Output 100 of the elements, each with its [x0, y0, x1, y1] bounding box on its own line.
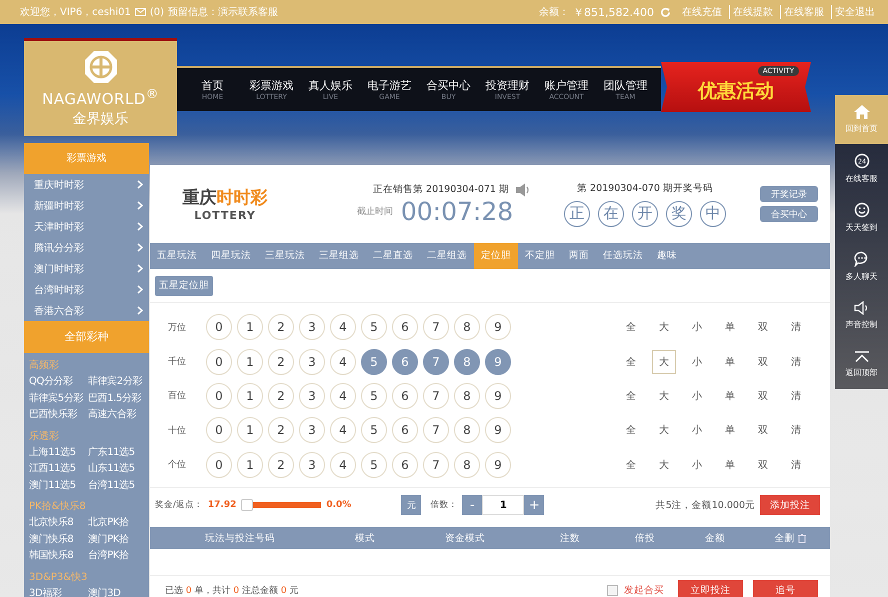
rebate-slider[interactable]: [241, 499, 322, 511]
number-ball[interactable]: 1: [237, 348, 263, 375]
quick-select-button[interactable]: 单: [718, 384, 742, 408]
number-ball[interactable]: 2: [268, 417, 294, 444]
number-ball[interactable]: 3: [299, 382, 325, 409]
number-ball[interactable]: 2: [268, 382, 294, 409]
number-ball[interactable]: 1: [237, 417, 263, 444]
number-ball[interactable]: 9: [485, 314, 511, 340]
quick-select-button[interactable]: 双: [751, 418, 775, 442]
quick-select-button[interactable]: 清: [784, 384, 808, 408]
quick-select-button[interactable]: 双: [751, 452, 775, 477]
mail-icon[interactable]: [134, 8, 146, 16]
number-ball[interactable]: 8: [454, 382, 480, 409]
draw-result-ball: 中: [700, 200, 726, 226]
number-ball[interactable]: 4: [330, 452, 356, 478]
number-ball[interactable]: 5: [361, 417, 387, 444]
multiplier-label: 倍数：: [430, 499, 458, 511]
refresh-icon[interactable]: [660, 6, 671, 18]
quick-select-button[interactable]: 清: [784, 315, 808, 340]
number-ball[interactable]: 7: [423, 382, 449, 409]
number-ball[interactable]: 7: [423, 452, 449, 478]
quick-select-button[interactable]: 小: [685, 418, 709, 442]
quick-select-button[interactable]: 小: [685, 350, 709, 374]
quick-select-button[interactable]: 大: [652, 384, 676, 408]
number-ball[interactable]: 0: [206, 382, 232, 409]
trash-icon[interactable]: [798, 534, 806, 542]
number-ball[interactable]: 8: [454, 314, 480, 340]
number-ball[interactable]: 9: [485, 452, 511, 478]
quick-select-button[interactable]: 清: [784, 418, 808, 442]
number-ball[interactable]: 4: [330, 417, 356, 444]
number-ball[interactable]: 4: [330, 382, 356, 409]
number-ball[interactable]: 4: [330, 348, 356, 375]
brand-name: NAGAWORLD$^{®}$: [42, 86, 159, 108]
number-ball[interactable]: 2: [268, 452, 294, 478]
number-ball[interactable]: 9: [485, 382, 511, 409]
quick-select-button[interactable]: 单: [718, 315, 742, 340]
number-ball[interactable]: 0: [206, 314, 232, 340]
number-ball[interactable]: 8: [454, 452, 480, 478]
number-ball[interactable]: 5: [361, 452, 387, 478]
quick-select-button[interactable]: 双: [751, 384, 775, 408]
joint-buy-label[interactable]: 发起合买: [624, 584, 664, 596]
number-ball[interactable]: 3: [299, 314, 325, 340]
submit-button[interactable]: 立即投注: [678, 580, 743, 597]
toolbar-item[interactable]: 多人聊天: [835, 242, 888, 291]
quick-select-button[interactable]: 小: [685, 315, 709, 340]
quick-select-button[interactable]: 清: [784, 350, 808, 374]
quick-select-button[interactable]: 双: [751, 350, 775, 374]
submit-button[interactable]: 追号: [753, 580, 818, 597]
number-ball[interactable]: 3: [299, 417, 325, 444]
number-ball[interactable]: 6: [392, 452, 418, 478]
number-ball[interactable]: 1: [237, 382, 263, 409]
number-ball[interactable]: 5: [361, 314, 387, 340]
number-ball[interactable]: 6: [392, 382, 418, 409]
quick-select-button[interactable]: 全: [619, 315, 643, 340]
toolbar-item[interactable]: 天天签到: [835, 193, 888, 242]
quick-select-button[interactable]: 小: [685, 452, 709, 477]
number-ball[interactable]: 0: [206, 452, 232, 478]
number-ball[interactable]: 2: [268, 314, 294, 340]
speaker-icon[interactable]: [514, 182, 531, 196]
toolbar-item[interactable]: 声音控制: [835, 291, 888, 340]
multiplier-field[interactable]: 1: [482, 495, 524, 515]
number-ball[interactable]: 2: [268, 348, 294, 375]
quick-select-button[interactable]: 全: [619, 452, 643, 477]
smiley-icon: [854, 202, 870, 218]
quick-select-button[interactable]: 大: [652, 350, 676, 374]
quick-select-button[interactable]: 全: [619, 418, 643, 442]
quick-select-button[interactable]: 大: [652, 315, 676, 340]
last-issue: 第 20190304-070 期开奖号码: [577, 182, 713, 194]
number-ball[interactable]: 3: [299, 348, 325, 375]
quick-select-button[interactable]: 双: [751, 315, 775, 340]
number-ball[interactable]: 7: [423, 314, 449, 340]
promo-title: 优惠活动: [698, 79, 774, 104]
quick-select-button[interactable]: 大: [652, 418, 676, 442]
quick-select-button[interactable]: 单: [718, 350, 742, 374]
number-ball[interactable]: 1: [237, 452, 263, 478]
number-ball[interactable]: 1: [237, 314, 263, 340]
quick-select-button[interactable]: 单: [718, 452, 742, 477]
checkbox[interactable]: [607, 584, 618, 596]
number-ball[interactable]: 5: [361, 382, 387, 409]
quick-select-button[interactable]: 小: [685, 384, 709, 408]
number-ball[interactable]: 0: [206, 348, 232, 375]
draw-result-ball: 奖: [666, 200, 692, 226]
number-ball[interactable]: 9: [485, 417, 511, 444]
quick-select-button[interactable]: 单: [718, 418, 742, 442]
number-ball[interactable]: 8: [454, 417, 480, 444]
quick-select-button[interactable]: 全: [619, 384, 643, 408]
number-ball[interactable]: 7: [423, 417, 449, 444]
add-bet-button[interactable]: 添加投注: [760, 495, 820, 515]
draw-result-ball: 开: [632, 200, 658, 226]
quick-select-button[interactable]: 大: [652, 452, 676, 477]
number-ball[interactable]: 6: [392, 417, 418, 444]
number-ball[interactable]: 3: [299, 452, 325, 478]
number-ball[interactable]: 6: [392, 314, 418, 340]
lottery-subtitle: LOTTERY: [194, 209, 256, 222]
slider-handle[interactable]: [241, 499, 254, 511]
number-ball[interactable]: 0: [206, 417, 232, 444]
quick-select-button[interactable]: 清: [784, 452, 808, 477]
number-ball[interactable]: 4: [330, 314, 356, 340]
toolbar-item[interactable]: 返回顶部: [835, 340, 888, 389]
quick-select-button[interactable]: 全: [619, 350, 643, 374]
